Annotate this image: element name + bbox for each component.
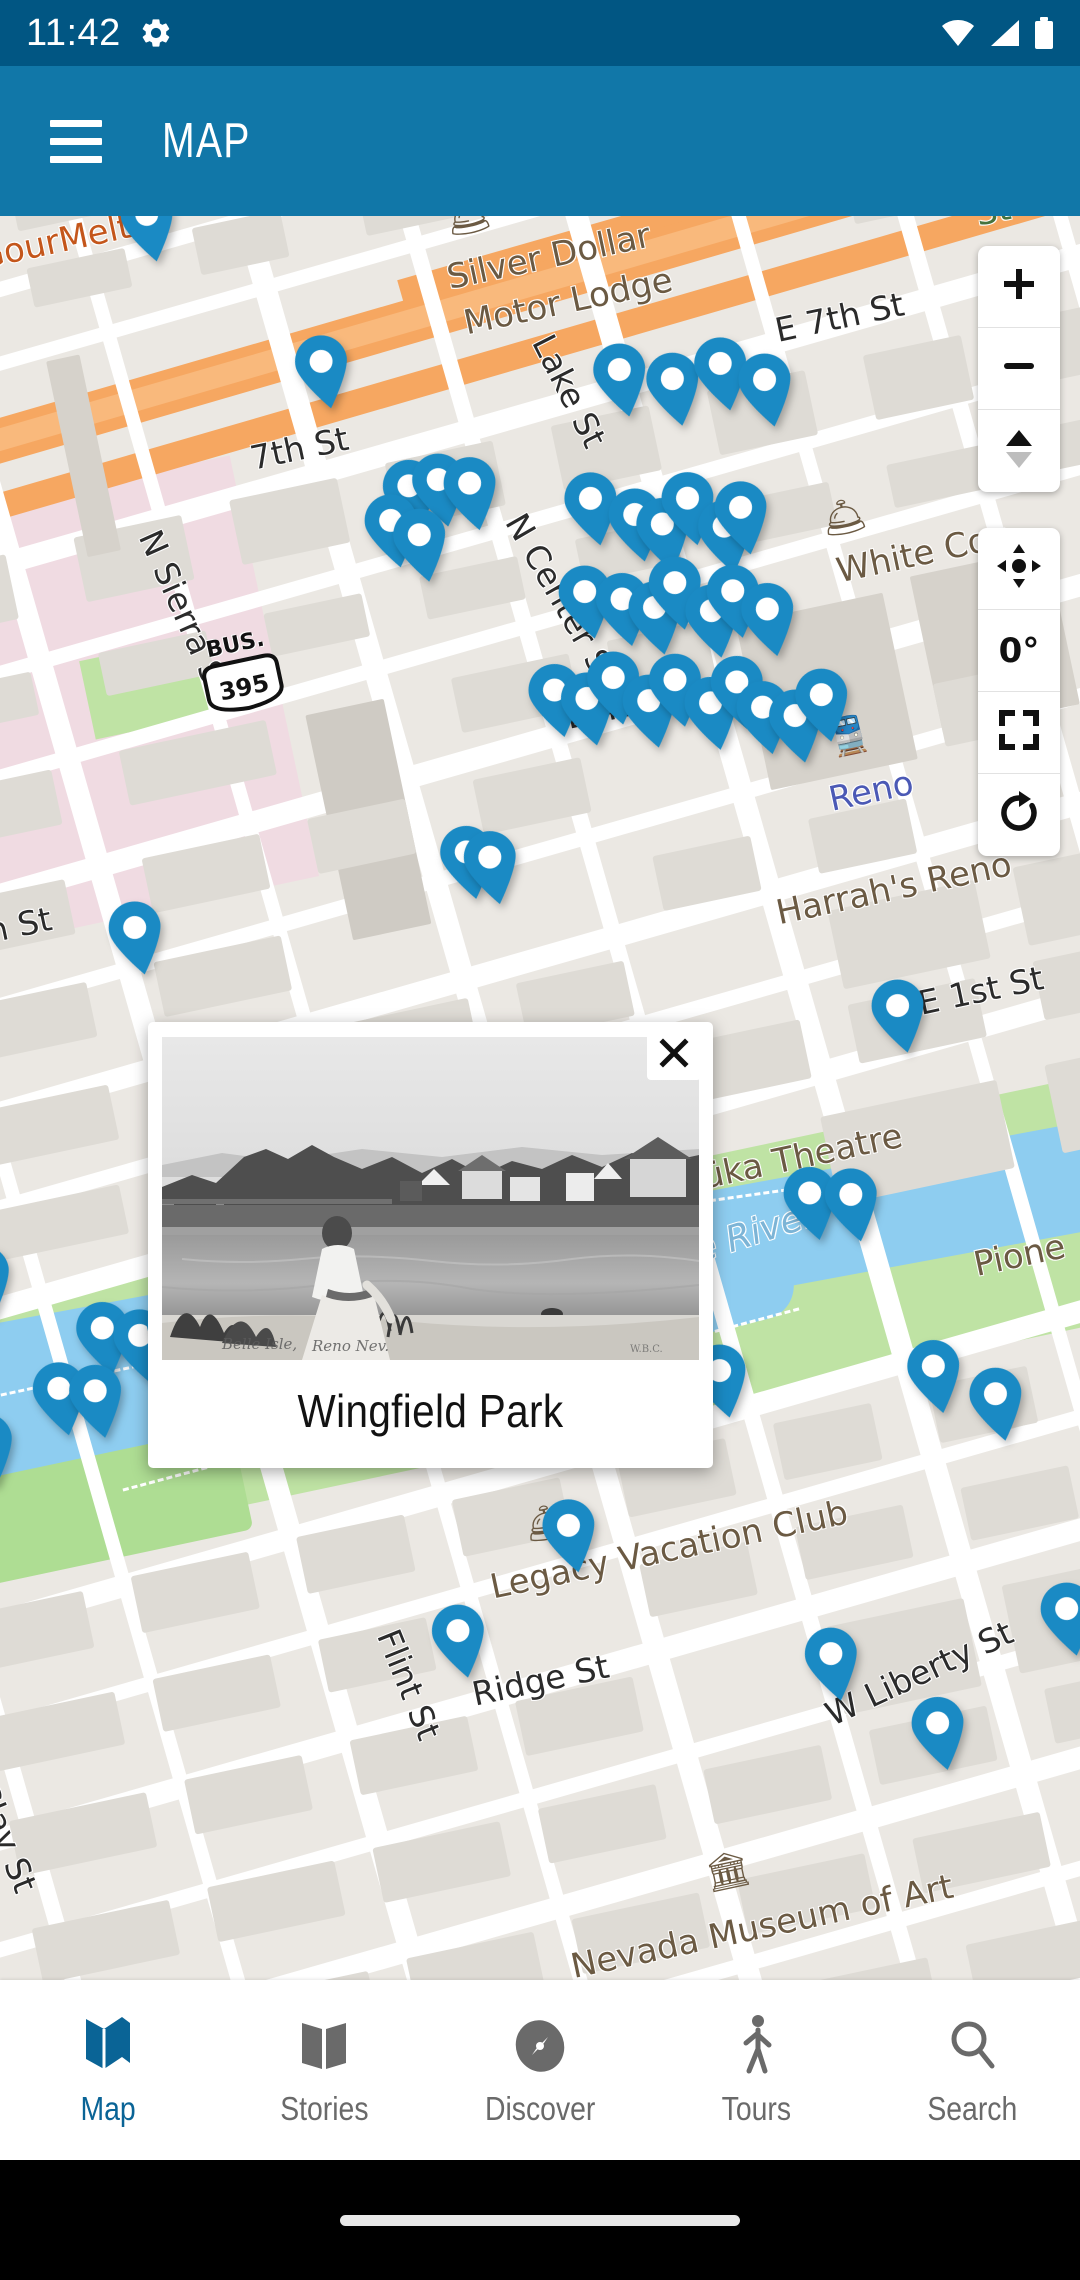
popup-title: Wingfield Park — [297, 1385, 564, 1437]
compass-bearing-button[interactable]: 0° — [978, 610, 1060, 692]
lodging-icon: 🛎 — [441, 216, 495, 241]
map-screen: 11:42 MAP GourMelt Silver Dollar Motor L… — [0, 0, 1080, 2280]
expand-icon — [998, 709, 1040, 756]
map-canvas[interactable]: University of NevadaGourMeltde CemetaryS… — [0, 216, 1080, 2068]
app-bar: MAP — [0, 66, 1080, 216]
nav-label-discover: Discover — [484, 2089, 596, 2127]
nav-item-stories[interactable]: Stories — [216, 1980, 432, 2160]
map-controls: 0° — [978, 246, 1060, 892]
plus-icon — [998, 263, 1040, 310]
nav-label-tours: Tours — [721, 2089, 791, 2127]
folded-map-icon — [80, 2013, 136, 2075]
nav-item-map[interactable]: Map — [0, 1980, 216, 2160]
status-bar: 11:42 — [0, 0, 1080, 66]
settings-gear-icon — [139, 16, 173, 50]
fullscreen-button[interactable] — [978, 692, 1060, 774]
tilt-arrows-icon — [999, 426, 1039, 477]
nav-label-stories: Stories — [279, 2089, 369, 2127]
svg-text:Belle Isle,: Belle Isle, — [221, 1335, 297, 1353]
nav-label-search: Search — [927, 2089, 1017, 2127]
open-book-icon — [296, 2013, 352, 2075]
nav-label-map: Map — [80, 2089, 136, 2127]
lodging-icon: 🛎 — [817, 491, 871, 542]
map-tools-group: 0° — [978, 528, 1060, 856]
svg-text:Reno Nev.: Reno Nev. — [311, 1337, 389, 1355]
highway-shield-395: BUS. 395 — [192, 624, 289, 720]
marker-popup-card[interactable]: Belle Isle, Reno Nev. W.B.C. Wingfield P… — [148, 1022, 713, 1468]
crosshair-icon — [997, 544, 1041, 593]
cellular-signal-icon — [989, 18, 1021, 48]
museum-icon: 🏛 — [700, 1845, 755, 1896]
bearing-label: 0° — [998, 630, 1040, 671]
home-gesture-bar[interactable] — [340, 2214, 740, 2226]
battery-icon — [1034, 17, 1054, 49]
map-marker-pin[interactable] — [424, 1598, 497, 1684]
compass-icon — [511, 2013, 569, 2075]
system-gesture-area — [0, 2160, 1080, 2280]
close-x-icon[interactable] — [647, 1026, 701, 1080]
nav-item-discover[interactable]: Discover — [432, 1980, 648, 2160]
wifi-icon — [940, 18, 976, 48]
hamburger-menu-icon[interactable] — [28, 93, 124, 189]
zoom-in-button[interactable] — [978, 246, 1060, 328]
magnifier-icon — [945, 2013, 999, 2075]
nav-item-search[interactable]: Search — [864, 1980, 1080, 2160]
page-title: MAP — [162, 114, 251, 168]
map-label: 4th St — [0, 899, 56, 958]
refresh-button[interactable] — [978, 774, 1060, 856]
zoom-out-button[interactable] — [978, 328, 1060, 410]
my-location-button[interactable] — [978, 528, 1060, 610]
status-time: 11:42 — [26, 11, 121, 54]
walking-person-icon — [732, 2013, 780, 2075]
svg-text:W.B.C.: W.B.C. — [630, 1344, 663, 1355]
nav-item-tours[interactable]: Tours — [648, 1980, 864, 2160]
zoom-control-group — [978, 246, 1060, 492]
map-label: E 7th St — [771, 284, 908, 350]
popup-photo: Belle Isle, Reno Nev. W.B.C. — [162, 1037, 699, 1360]
tilt-button[interactable] — [978, 410, 1060, 492]
minus-icon — [998, 345, 1040, 392]
refresh-icon — [997, 790, 1041, 840]
bottom-navigation: Map Stories Discover Tours Search — [0, 1980, 1080, 2160]
